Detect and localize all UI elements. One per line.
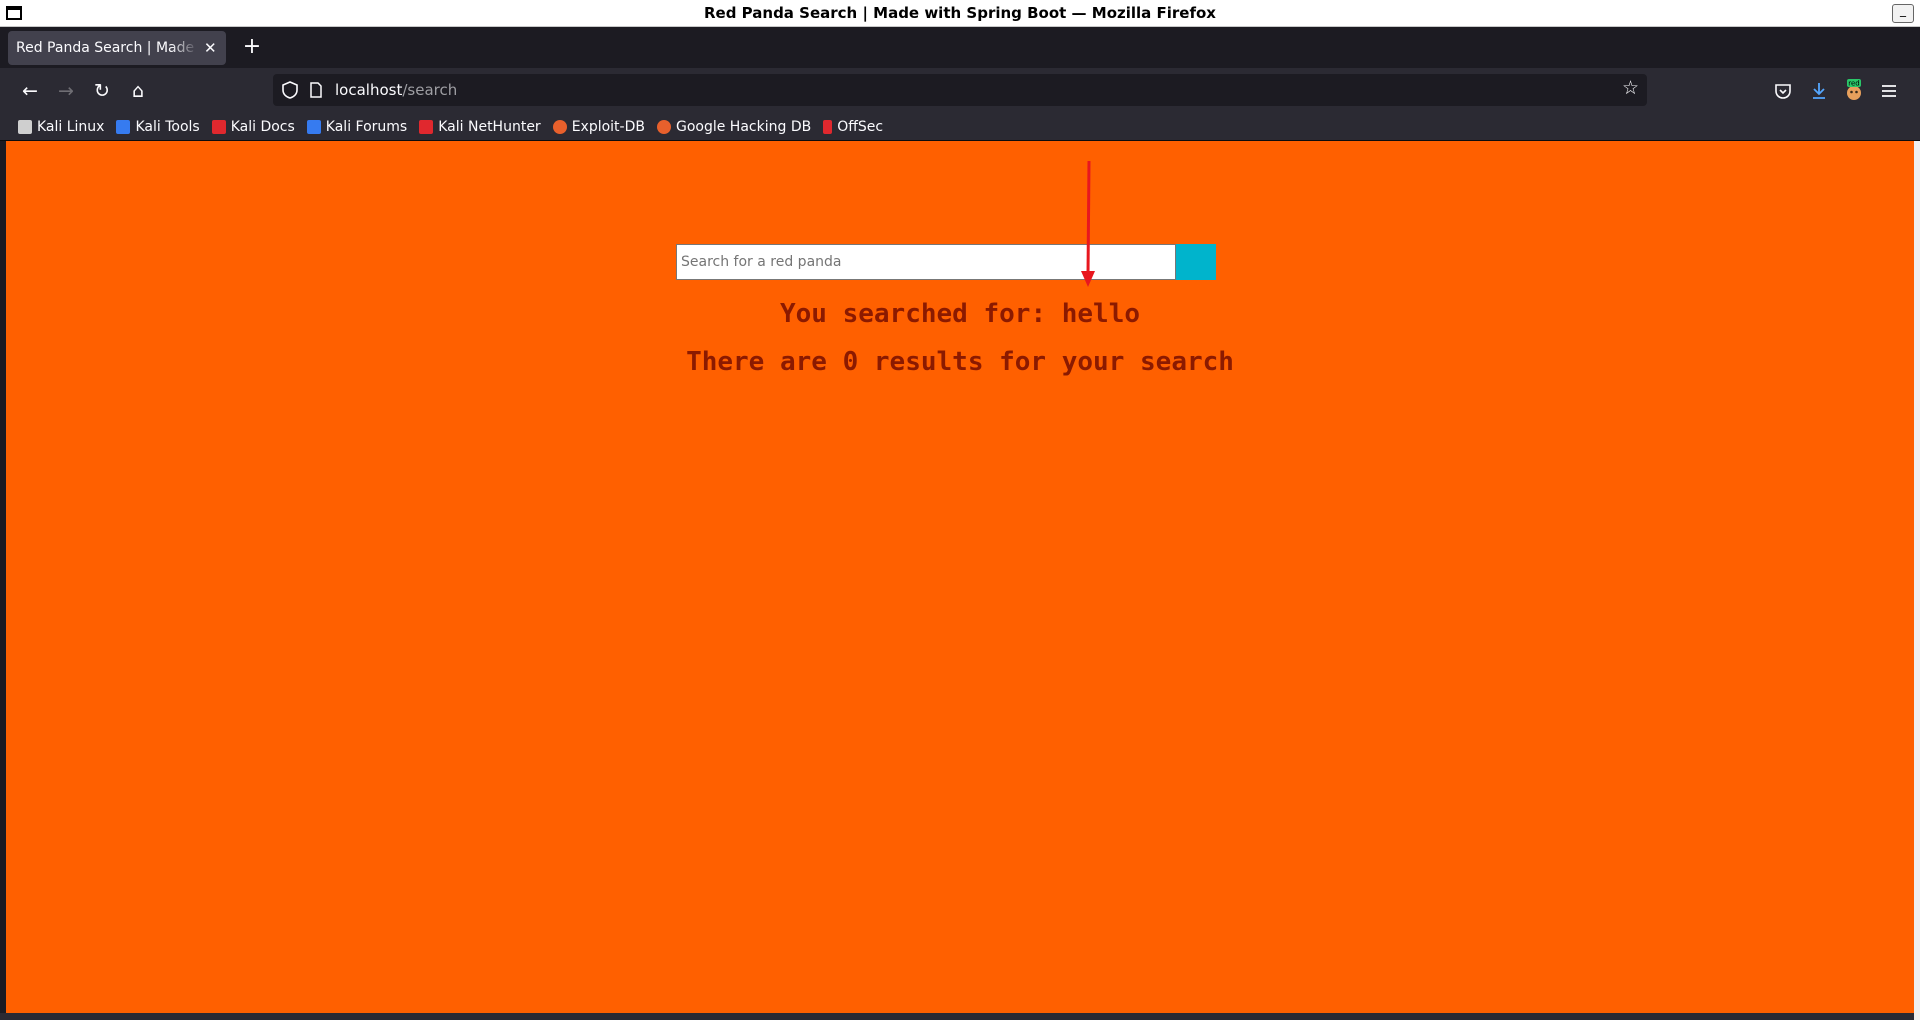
page-icon[interactable] bbox=[309, 82, 323, 98]
red-arrow-annotation bbox=[1081, 160, 1095, 287]
bookmark-exploit-db[interactable]: Exploit-DB bbox=[552, 118, 645, 135]
nethunter-icon bbox=[419, 119, 434, 134]
window-title: Red Panda Search | Made with Spring Boot… bbox=[704, 4, 1216, 22]
home-button[interactable]: ⌂ bbox=[124, 78, 152, 104]
bookmark-offsec[interactable]: OffSec bbox=[823, 119, 883, 135]
page-content: You searched for: hello There are 0 resu… bbox=[6, 141, 1914, 1013]
nav-bar: ← → ↻ ⌂ localhost/search ☆ red bbox=[0, 68, 1920, 113]
offsec-icon bbox=[823, 119, 833, 134]
searched-for-text: You searched for: hello bbox=[779, 299, 1141, 329]
extension-icon[interactable]: red bbox=[1841, 78, 1867, 104]
bookmark-label: Kali Linux bbox=[37, 118, 105, 135]
bookmark-label: Kali NetHunter bbox=[438, 118, 541, 135]
bookmark-kali-nethunter[interactable]: Kali NetHunter bbox=[419, 118, 541, 135]
bookmark-label: OffSec bbox=[837, 118, 884, 135]
search-input[interactable] bbox=[676, 244, 1176, 280]
window-bottom-edge bbox=[0, 1013, 1914, 1020]
bookmark-kali-tools[interactable]: Kali Tools bbox=[116, 118, 200, 135]
pocket-icon[interactable] bbox=[1770, 78, 1796, 104]
bookmark-label: Exploit-DB bbox=[571, 118, 645, 135]
bookmark-star-icon[interactable]: ☆ bbox=[1622, 77, 1639, 99]
minimize-button[interactable]: _ bbox=[1892, 4, 1914, 23]
bookmark-kali-docs[interactable]: Kali Docs bbox=[211, 118, 295, 135]
back-button[interactable]: ← bbox=[16, 78, 44, 104]
search-form bbox=[676, 244, 1216, 280]
url-text[interactable]: localhost/search bbox=[335, 81, 457, 99]
tab-close-icon[interactable]: ✕ bbox=[202, 39, 218, 57]
kali-dragon-icon bbox=[18, 119, 32, 134]
exploitdb-icon bbox=[552, 119, 567, 134]
extension-badge: red bbox=[1848, 80, 1859, 88]
tab-strip: Red Panda Search | Made with Spring Boot… bbox=[0, 27, 1920, 68]
window-titlebar: Red Panda Search | Made with Spring Boot… bbox=[0, 0, 1920, 27]
download-icon[interactable] bbox=[1806, 78, 1832, 104]
search-button[interactable] bbox=[1176, 244, 1216, 280]
bookmark-kali-linux[interactable]: Kali Linux bbox=[18, 119, 104, 135]
kali-forums-icon bbox=[306, 119, 321, 134]
kali-docs-icon bbox=[211, 119, 226, 134]
bookmark-kali-forums[interactable]: Kali Forums bbox=[306, 118, 408, 135]
bookmark-label: Kali Docs bbox=[230, 118, 295, 135]
window-menu-icon[interactable] bbox=[6, 6, 22, 20]
url-path: /search bbox=[402, 81, 458, 99]
kali-tools-icon bbox=[116, 119, 131, 134]
bookmark-label: Kali Forums bbox=[325, 118, 408, 135]
page-edge bbox=[1914, 141, 1920, 1020]
url-host: localhost bbox=[335, 81, 403, 99]
bookmark-label: Kali Tools bbox=[135, 118, 200, 135]
results-count-text: There are 0 results for your search bbox=[686, 347, 1234, 377]
forward-button[interactable]: → bbox=[52, 78, 80, 104]
ghdb-icon bbox=[656, 119, 671, 134]
bookmark-google-hacking-db[interactable]: Google Hacking DB bbox=[656, 118, 812, 135]
bookmark-label: Google Hacking DB bbox=[675, 118, 812, 135]
reload-button[interactable]: ↻ bbox=[88, 78, 116, 104]
bookmarks-toolbar: Kali Linux Kali Tools Kali Docs Kali For… bbox=[0, 113, 1920, 141]
tab-title: Red Panda Search | Made with Spring Boot bbox=[16, 40, 198, 56]
shield-icon[interactable] bbox=[281, 81, 299, 99]
url-bar[interactable]: localhost/search ☆ bbox=[273, 74, 1647, 106]
new-tab-button[interactable]: + bbox=[240, 36, 264, 60]
tab-red-panda-search[interactable]: Red Panda Search | Made with Spring Boot… bbox=[8, 31, 226, 65]
menu-icon[interactable] bbox=[1876, 78, 1902, 104]
